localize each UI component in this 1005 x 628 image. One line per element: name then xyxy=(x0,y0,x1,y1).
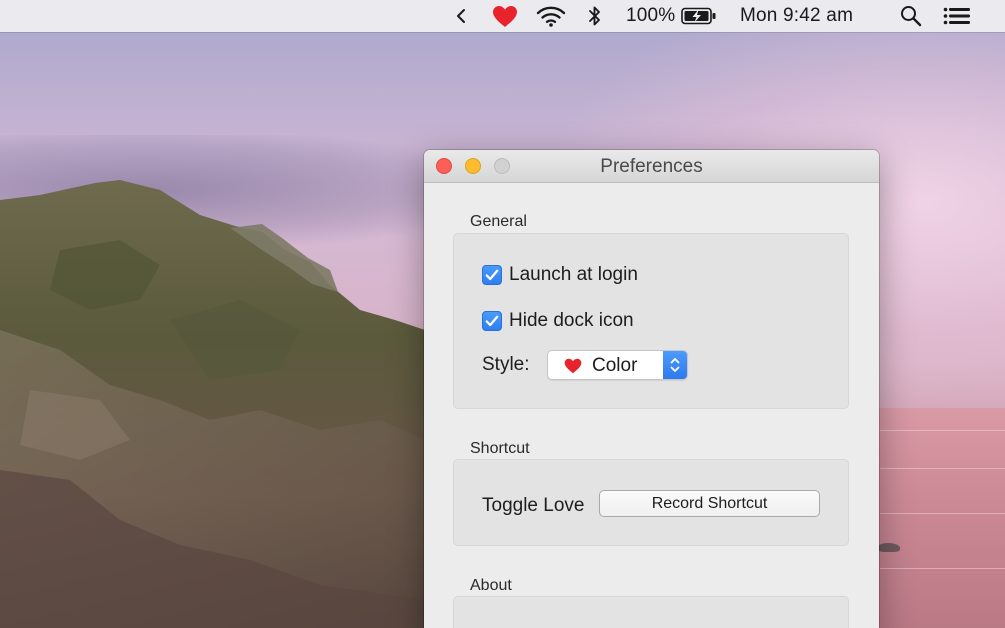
style-row: Style: xyxy=(482,350,530,380)
checkmark-icon xyxy=(485,315,499,327)
hide-dock-icon-row[interactable]: Hide dock icon xyxy=(482,310,634,332)
toggle-love-row: Toggle Love xyxy=(482,495,584,517)
battery-status[interactable]: 100% xyxy=(626,0,716,32)
bluetooth-icon[interactable] xyxy=(584,0,606,32)
heart-icon[interactable] xyxy=(490,0,520,32)
desktop-wallpaper: 100% Mon 9:42 am Preferences General Lau… xyxy=(0,0,1005,628)
launch-at-login-row[interactable]: Launch at login xyxy=(482,264,638,286)
style-popup-button[interactable]: Color xyxy=(547,350,688,380)
clock-label: Mon 9:42 am xyxy=(740,5,854,26)
menu-bar: 100% Mon 9:42 am xyxy=(0,0,1005,32)
wifi-icon[interactable] xyxy=(534,0,568,32)
battery-charging-icon xyxy=(681,7,717,25)
about-group-box xyxy=(453,596,849,628)
shortcut-section-label: Shortcut xyxy=(470,440,530,457)
heart-icon xyxy=(564,358,582,379)
preferences-window: Preferences General Launch at login Hide… xyxy=(424,150,879,628)
battery-percentage: 100% xyxy=(626,5,676,26)
general-section-label: General xyxy=(470,213,527,230)
list-icon[interactable] xyxy=(942,0,972,32)
hide-dock-icon-checkbox[interactable] xyxy=(482,311,502,331)
hide-dock-icon-label: Hide dock icon xyxy=(509,310,634,331)
toggle-love-label: Toggle Love xyxy=(482,495,585,516)
about-section-label: About xyxy=(470,577,512,594)
record-shortcut-button[interactable]: Record Shortcut xyxy=(599,490,820,517)
launch-at-login-label: Launch at login xyxy=(509,264,638,285)
search-icon[interactable] xyxy=(898,0,924,32)
clock[interactable]: Mon 9:42 am xyxy=(740,0,870,32)
chevron-updown-icon[interactable] xyxy=(663,351,687,379)
chevron-left-icon[interactable] xyxy=(450,0,472,32)
style-popup-value: Color xyxy=(592,355,638,376)
checkmark-icon xyxy=(485,269,499,281)
window-title: Preferences xyxy=(600,156,703,177)
window-titlebar[interactable]: Preferences xyxy=(424,150,879,183)
style-label: Style: xyxy=(482,354,530,375)
launch-at-login-checkbox[interactable] xyxy=(482,265,502,285)
